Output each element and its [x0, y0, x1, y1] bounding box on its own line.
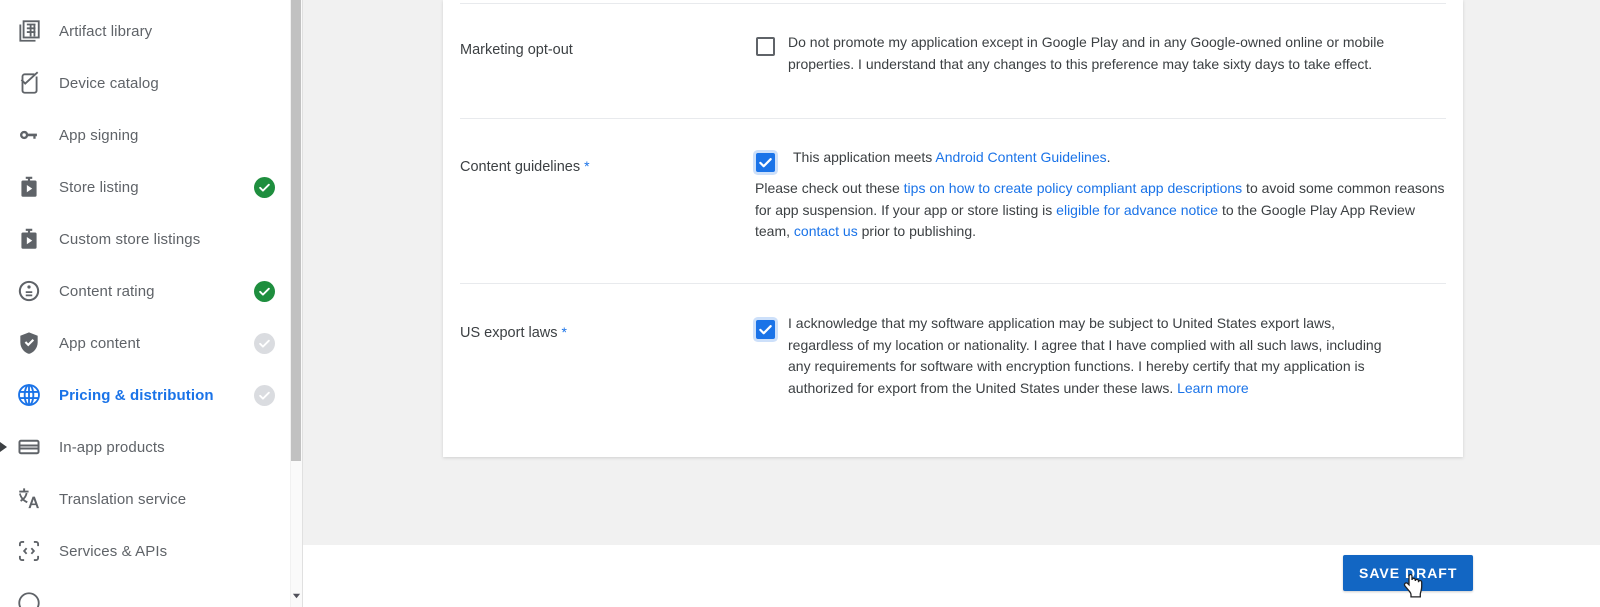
- contact-us-link[interactable]: contact us: [794, 223, 858, 239]
- required-marker: *: [584, 158, 589, 174]
- main-content-area: Marketing opt-out Do not promote my appl…: [303, 0, 1600, 607]
- sidebar-item-label: In-app products: [59, 439, 165, 456]
- sidebar-item-label: Custom store listings: [59, 231, 200, 248]
- artifact-library-icon: [16, 18, 42, 44]
- code-brackets-icon: [16, 538, 42, 564]
- advance-notice-eligibility-link[interactable]: eligible for advance notice: [1056, 202, 1218, 218]
- sidebar-item-in-app-products[interactable]: In-app products: [0, 421, 302, 473]
- circle-icon: [16, 590, 42, 607]
- sidebar-item-pricing-distribution[interactable]: Pricing & distribution: [0, 369, 302, 421]
- sidebar-item-services-apis[interactable]: Services & APIs: [0, 525, 302, 577]
- sidebar-item-artifact-library[interactable]: Artifact library: [0, 5, 302, 57]
- store-listing-icon: [16, 226, 42, 252]
- sidebar-item-label: Pricing & distribution: [59, 387, 214, 404]
- android-content-guidelines-link[interactable]: Android Content Guidelines: [935, 149, 1106, 165]
- required-marker: *: [562, 324, 567, 340]
- sidebar-item-label: Translation service: [59, 491, 186, 508]
- sidebar-item-store-listing[interactable]: Store listing: [0, 161, 302, 213]
- credit-card-icon: [16, 434, 42, 460]
- device-catalog-icon: [16, 70, 42, 96]
- status-badge-pending: [254, 333, 275, 354]
- sidebar-item-app-signing[interactable]: App signing: [0, 109, 302, 161]
- save-draft-button[interactable]: SAVE DRAFT: [1343, 555, 1473, 591]
- sidebar-item-label: Store listing: [59, 179, 139, 196]
- sidebar-scrollbar-thumb[interactable]: [291, 0, 301, 461]
- left-nav-sidebar[interactable]: Artifact library Device catalog App sign…: [0, 0, 302, 607]
- content-guidelines-help-paragraph: Please check out these tips on how to cr…: [755, 178, 1445, 243]
- us-export-laws-statement: I acknowledge that my software applicati…: [788, 313, 1388, 399]
- key-icon: [16, 122, 42, 148]
- section-divider: [460, 118, 1446, 119]
- sidebar-item-label: App content: [59, 335, 140, 352]
- sidebar-item-translation-service[interactable]: Translation service: [0, 473, 302, 525]
- learn-more-link[interactable]: Learn more: [1177, 380, 1249, 396]
- row-label-us-export-laws: US export laws *: [460, 324, 567, 341]
- form-action-bar: SAVE DRAFT: [303, 545, 1600, 607]
- section-divider: [460, 3, 1446, 4]
- marketing-opt-out-description: Do not promote my application except in …: [788, 32, 1398, 75]
- nav-edge-marker: [0, 442, 7, 452]
- policy-compliant-descriptions-link[interactable]: tips on how to create policy compliant a…: [904, 180, 1243, 196]
- content-rating-icon: [16, 278, 42, 304]
- store-listing-icon: [16, 174, 42, 200]
- sidebar-item-label: Content rating: [59, 283, 155, 300]
- shield-check-icon: [16, 330, 42, 356]
- sidebar-item-label: Services & APIs: [59, 543, 167, 560]
- sidebar-item-label: Artifact library: [59, 23, 152, 40]
- sidebar-item-custom-store-listings[interactable]: Custom store listings: [0, 213, 302, 265]
- status-badge-pending: [254, 385, 275, 406]
- checkbox-us-export-laws[interactable]: [756, 320, 775, 339]
- sidebar-item-partial[interactable]: [0, 577, 302, 607]
- pricing-distribution-form-card: Marketing opt-out Do not promote my appl…: [443, 0, 1463, 457]
- section-divider: [460, 283, 1446, 284]
- scroll-down-arrow-icon[interactable]: [290, 588, 302, 602]
- content-guidelines-statement: This application meets Android Content G…: [793, 147, 1433, 169]
- globe-icon: [16, 382, 42, 408]
- sidebar-item-label: App signing: [59, 127, 139, 144]
- checkbox-content-guidelines[interactable]: [756, 153, 775, 172]
- status-badge-complete: [254, 177, 275, 198]
- checkbox-marketing-opt-out[interactable]: [756, 37, 775, 56]
- status-badge-complete: [254, 281, 275, 302]
- translate-icon: [16, 486, 42, 512]
- row-label-content-guidelines: Content guidelines *: [460, 158, 590, 175]
- sidebar-item-app-content[interactable]: App content: [0, 317, 302, 369]
- sidebar-item-label: Device catalog: [59, 75, 159, 92]
- row-label-marketing-opt-out: Marketing opt-out: [460, 42, 573, 58]
- sidebar-item-device-catalog[interactable]: Device catalog: [0, 57, 302, 109]
- sidebar-item-content-rating[interactable]: Content rating: [0, 265, 302, 317]
